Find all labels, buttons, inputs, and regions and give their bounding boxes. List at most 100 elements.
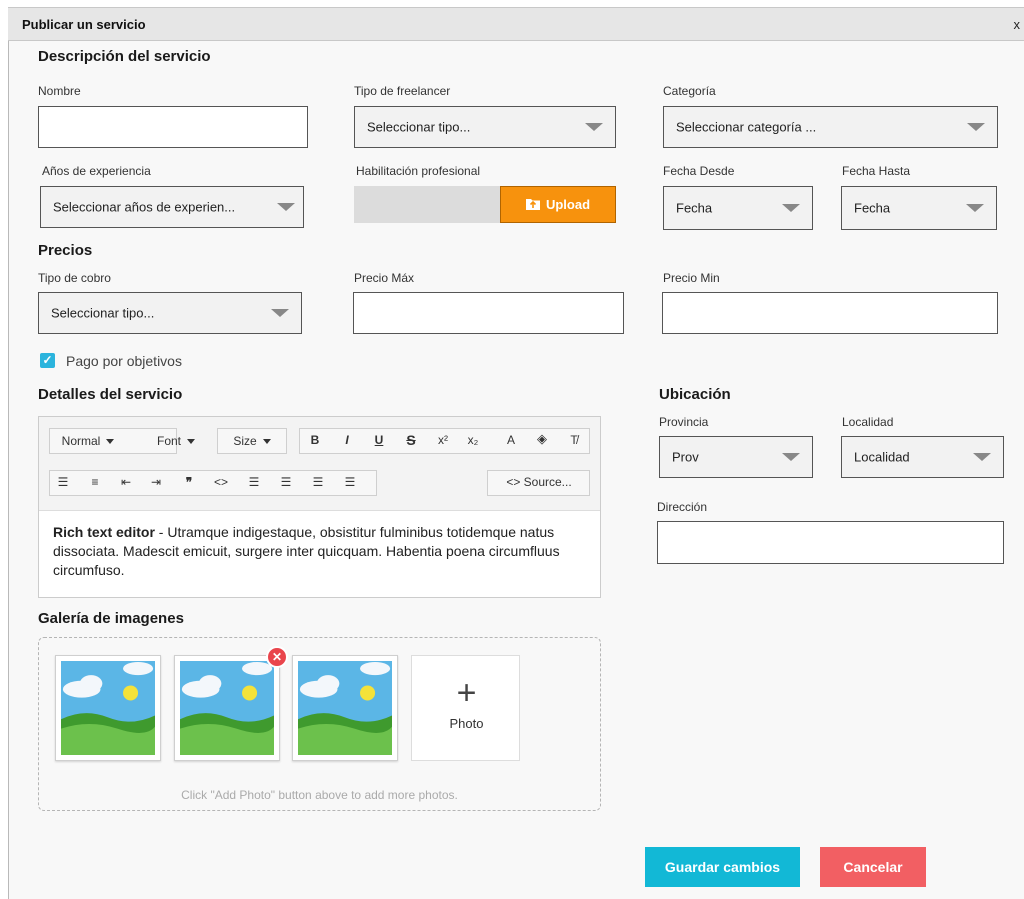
- habilitacion-file-field[interactable]: [354, 186, 501, 223]
- save-button[interactable]: Guardar cambios: [645, 847, 800, 887]
- ordered-list-icon[interactable]: ☰: [53, 475, 73, 489]
- anios-experiencia-label: Años de experiencia: [42, 164, 151, 178]
- editor-content-bold: Rich text editor: [53, 524, 155, 540]
- indent-icon[interactable]: ⇥: [145, 475, 167, 489]
- outdent-icon[interactable]: ⇤: [115, 475, 137, 489]
- tipo-freelancer-select[interactable]: Seleccionar tipo...: [354, 106, 616, 148]
- align-center-icon[interactable]: ☰: [277, 475, 295, 489]
- fecha-desde-label: Fecha Desde: [663, 164, 735, 178]
- provincia-value: Prov: [672, 449, 699, 465]
- bold-icon[interactable]: B: [305, 433, 325, 447]
- add-photo-button[interactable]: + Photo: [411, 655, 520, 761]
- source-button[interactable]: <> Source...: [491, 475, 587, 489]
- localidad-value: Localidad: [854, 449, 910, 465]
- nombre-label: Nombre: [38, 84, 81, 98]
- tipo-freelancer-label: Tipo de freelancer: [354, 84, 451, 98]
- strikethrough-icon[interactable]: S: [401, 432, 421, 448]
- section-heading-galeria: Galería de imagenes: [38, 610, 184, 627]
- format-dropdown-label: Normal: [61, 434, 101, 448]
- upload-label: Upload: [545, 197, 591, 212]
- localidad-label: Localidad: [842, 415, 894, 429]
- size-dropdown-label: Size: [233, 434, 257, 448]
- anios-experiencia-select[interactable]: Seleccionar años de experien...: [40, 186, 304, 228]
- editor-content[interactable]: Rich text editor - Utramque indigestaque…: [53, 523, 589, 580]
- font-dropdown[interactable]: Font: [143, 434, 209, 448]
- localidad-select[interactable]: Localidad: [841, 436, 1004, 478]
- habilitacion-label: Habilitación profesional: [356, 164, 481, 178]
- gallery-hint: Click "Add Photo" button above to add mo…: [181, 788, 458, 802]
- tipo-freelancer-value: Seleccionar tipo...: [367, 119, 471, 135]
- superscript-icon[interactable]: x²: [433, 433, 453, 447]
- pago-objetivos-checkbox[interactable]: ✓: [40, 353, 55, 368]
- provincia-select[interactable]: Prov: [659, 436, 813, 478]
- fecha-hasta-label: Fecha Hasta: [842, 164, 911, 178]
- chevron-down-icon: [271, 309, 289, 317]
- format-dropdown[interactable]: Normal: [51, 434, 125, 448]
- precio-max-input[interactable]: [353, 292, 624, 334]
- section-heading-detalles: Detalles del servicio: [38, 386, 183, 403]
- chevron-down-icon: [782, 453, 800, 461]
- subscript-icon[interactable]: x₂: [463, 433, 483, 447]
- underline-icon[interactable]: U: [369, 433, 389, 447]
- provincia-label: Provincia: [659, 415, 709, 429]
- categoria-label: Categoría: [663, 84, 716, 98]
- align-left-icon[interactable]: ☰: [245, 475, 263, 489]
- italic-icon[interactable]: I: [337, 433, 357, 447]
- categoria-value: Seleccionar categoría ...: [676, 119, 817, 135]
- justify-icon[interactable]: ☰: [341, 475, 359, 489]
- gallery-thumbnail[interactable]: [55, 655, 161, 761]
- chevron-down-icon: [966, 204, 984, 212]
- align-right-icon[interactable]: ☰: [309, 475, 327, 489]
- add-photo-label: Photo: [449, 716, 484, 731]
- chevron-down-icon: [973, 453, 991, 461]
- section-heading-precios: Precios: [38, 242, 93, 259]
- font-color-icon[interactable]: A: [503, 433, 519, 447]
- fill-color-icon[interactable]: ◈: [533, 431, 551, 447]
- precio-max-label: Precio Máx: [354, 271, 415, 285]
- tipo-cobro-label: Tipo de cobro: [38, 271, 111, 285]
- precio-min-input[interactable]: [662, 292, 998, 334]
- chevron-down-icon: [262, 439, 271, 445]
- tipo-cobro-value: Seleccionar tipo...: [51, 305, 155, 321]
- section-heading-descripcion: Descripción del servicio: [38, 48, 211, 65]
- upload-button[interactable]: Upload: [500, 186, 616, 223]
- plus-icon: +: [456, 674, 477, 712]
- section-heading-ubicacion: Ubicación: [659, 386, 731, 403]
- rich-text-editor[interactable]: Normal Font Size B I U S x² x₂ A ◈ T̸ ☰ …: [38, 416, 601, 598]
- cancel-button[interactable]: Cancelar: [820, 847, 926, 887]
- size-dropdown[interactable]: Size: [219, 434, 285, 448]
- landscape-image: [180, 661, 274, 755]
- blockquote-icon[interactable]: ❞: [179, 475, 199, 489]
- fecha-desde-value: Fecha: [676, 200, 713, 216]
- chevron-down-icon: [967, 123, 985, 131]
- gallery-thumbnail[interactable]: [174, 655, 280, 761]
- editor-toolbar: Normal Font Size B I U S x² x₂ A ◈ T̸ ☰ …: [39, 417, 600, 511]
- landscape-image: [298, 661, 392, 755]
- anios-experiencia-value: Seleccionar años de experien...: [53, 199, 236, 215]
- gallery-thumbnail[interactable]: [292, 655, 398, 761]
- direccion-input[interactable]: [657, 521, 1004, 564]
- close-button[interactable]: x: [1014, 17, 1021, 32]
- font-dropdown-label: Font: [156, 434, 181, 448]
- fecha-hasta-select[interactable]: Fecha: [841, 186, 997, 230]
- direccion-label: Dirección: [657, 500, 708, 514]
- code-icon[interactable]: <>: [209, 475, 233, 489]
- clear-format-icon[interactable]: T̸: [565, 433, 583, 447]
- nombre-input[interactable]: [38, 106, 308, 148]
- remove-photo-icon[interactable]: ✕: [266, 646, 288, 668]
- dialog-titlebar: Publicar un servicio x: [8, 7, 1024, 41]
- tipo-cobro-select[interactable]: Seleccionar tipo...: [38, 292, 302, 334]
- chevron-down-icon: [585, 123, 603, 131]
- pago-objetivos-label: Pago por objetivos: [66, 353, 182, 369]
- unordered-list-icon[interactable]: ≡: [85, 475, 105, 489]
- chevron-down-icon: [187, 439, 195, 445]
- precio-min-label: Precio Min: [663, 271, 720, 285]
- categoria-select[interactable]: Seleccionar categoría ...: [663, 106, 998, 148]
- chevron-down-icon: [277, 203, 295, 211]
- fecha-desde-select[interactable]: Fecha: [663, 186, 813, 230]
- fecha-hasta-value: Fecha: [854, 200, 891, 216]
- chevron-down-icon: [782, 204, 800, 212]
- dialog-title: Publicar un servicio: [22, 17, 146, 32]
- upload-folder-icon: [525, 199, 540, 210]
- landscape-image: [61, 661, 155, 755]
